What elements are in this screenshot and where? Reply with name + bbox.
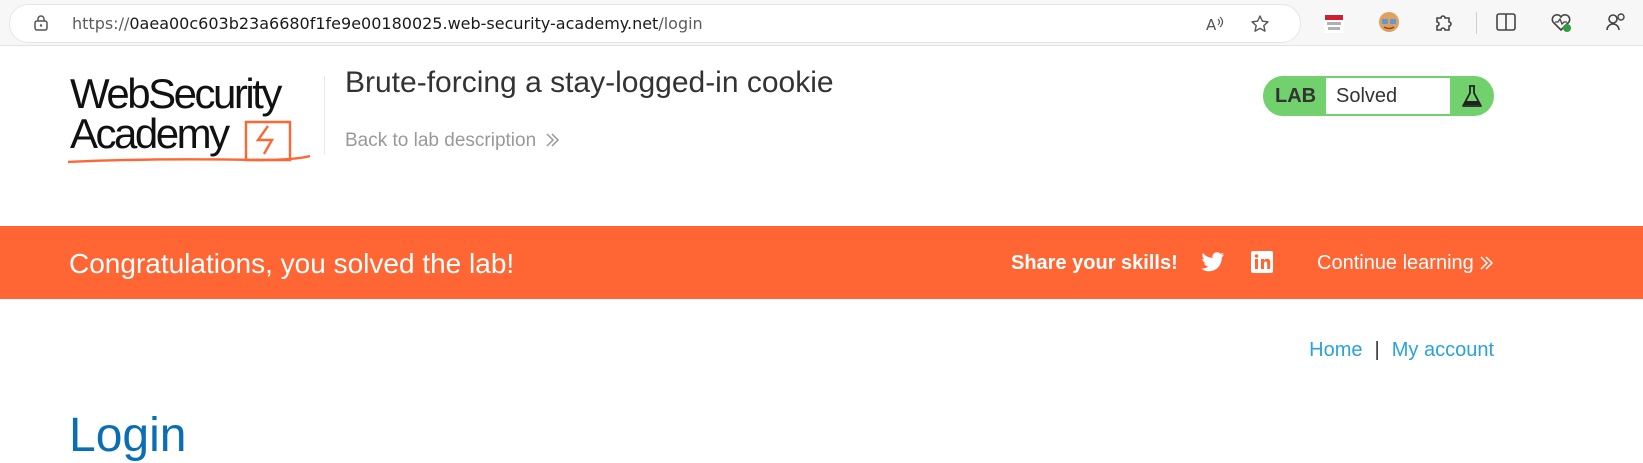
- url-scheme: https://: [72, 14, 130, 33]
- profile-icon[interactable]: [1605, 11, 1627, 33]
- lab-state: Solved: [1326, 78, 1450, 114]
- browser-toolbar: https://0aea00c603b23a6680f1fe9e00180025…: [0, 0, 1643, 46]
- linkedin-icon[interactable]: [1250, 250, 1274, 274]
- favorite-star-icon[interactable]: [1250, 14, 1270, 34]
- back-to-lab-description-link[interactable]: Back to lab description: [345, 130, 560, 152]
- lab-status-widget: LAB Solved: [1263, 76, 1494, 116]
- logo-line2: Academy: [70, 110, 230, 157]
- profile-extension-icon[interactable]: [1378, 11, 1400, 33]
- extensions-puzzle-icon[interactable]: [1433, 11, 1455, 33]
- continue-learning-label: Continue learning: [1317, 252, 1474, 274]
- read-aloud-icon[interactable]: A: [1205, 14, 1225, 34]
- page-title: Login: [69, 409, 187, 462]
- address-bar[interactable]: https://0aea00c603b23a6680f1fe9e00180025…: [10, 5, 1300, 42]
- url-path: /login: [658, 14, 703, 33]
- split-screen-icon[interactable]: [1495, 11, 1517, 33]
- top-nav: Home | My account: [1309, 339, 1494, 362]
- back-link-label: Back to lab description: [345, 130, 537, 151]
- toolbar-separator: [1476, 12, 1477, 34]
- svg-text:A: A: [1206, 16, 1217, 34]
- header-divider: [324, 76, 325, 154]
- continue-learning-link[interactable]: Continue learning: [1317, 252, 1494, 275]
- double-chevron-right-icon: [546, 133, 560, 147]
- lab-badge: LAB: [1275, 85, 1317, 107]
- nav-separator: |: [1374, 339, 1380, 361]
- web-security-academy-logo[interactable]: WebSecurity Academy: [68, 70, 328, 166]
- browser-essentials-icon[interactable]: [1550, 11, 1572, 33]
- lab-solved-banner: Congratulations, you solved the lab! Sha…: [0, 226, 1643, 299]
- nav-home-link[interactable]: Home: [1309, 339, 1362, 361]
- lock-icon[interactable]: [34, 15, 48, 31]
- banner-message: Congratulations, you solved the lab!: [69, 248, 515, 279]
- lab-title: Brute-forcing a stay-logged-in cookie: [345, 66, 834, 99]
- url-text[interactable]: https://0aea00c603b23a6680f1fe9e00180025…: [72, 14, 703, 33]
- twitter-icon[interactable]: [1201, 250, 1225, 274]
- flask-icon: [1462, 85, 1482, 107]
- extension-flag-icon[interactable]: [1323, 12, 1345, 34]
- url-host: 0aea00c603b23a6680f1fe9e00180025.web-sec…: [129, 14, 659, 33]
- share-label: Share your skills!: [1011, 252, 1178, 274]
- nav-my-account-link[interactable]: My account: [1392, 339, 1494, 361]
- double-chevron-right-icon: [1480, 256, 1493, 270]
